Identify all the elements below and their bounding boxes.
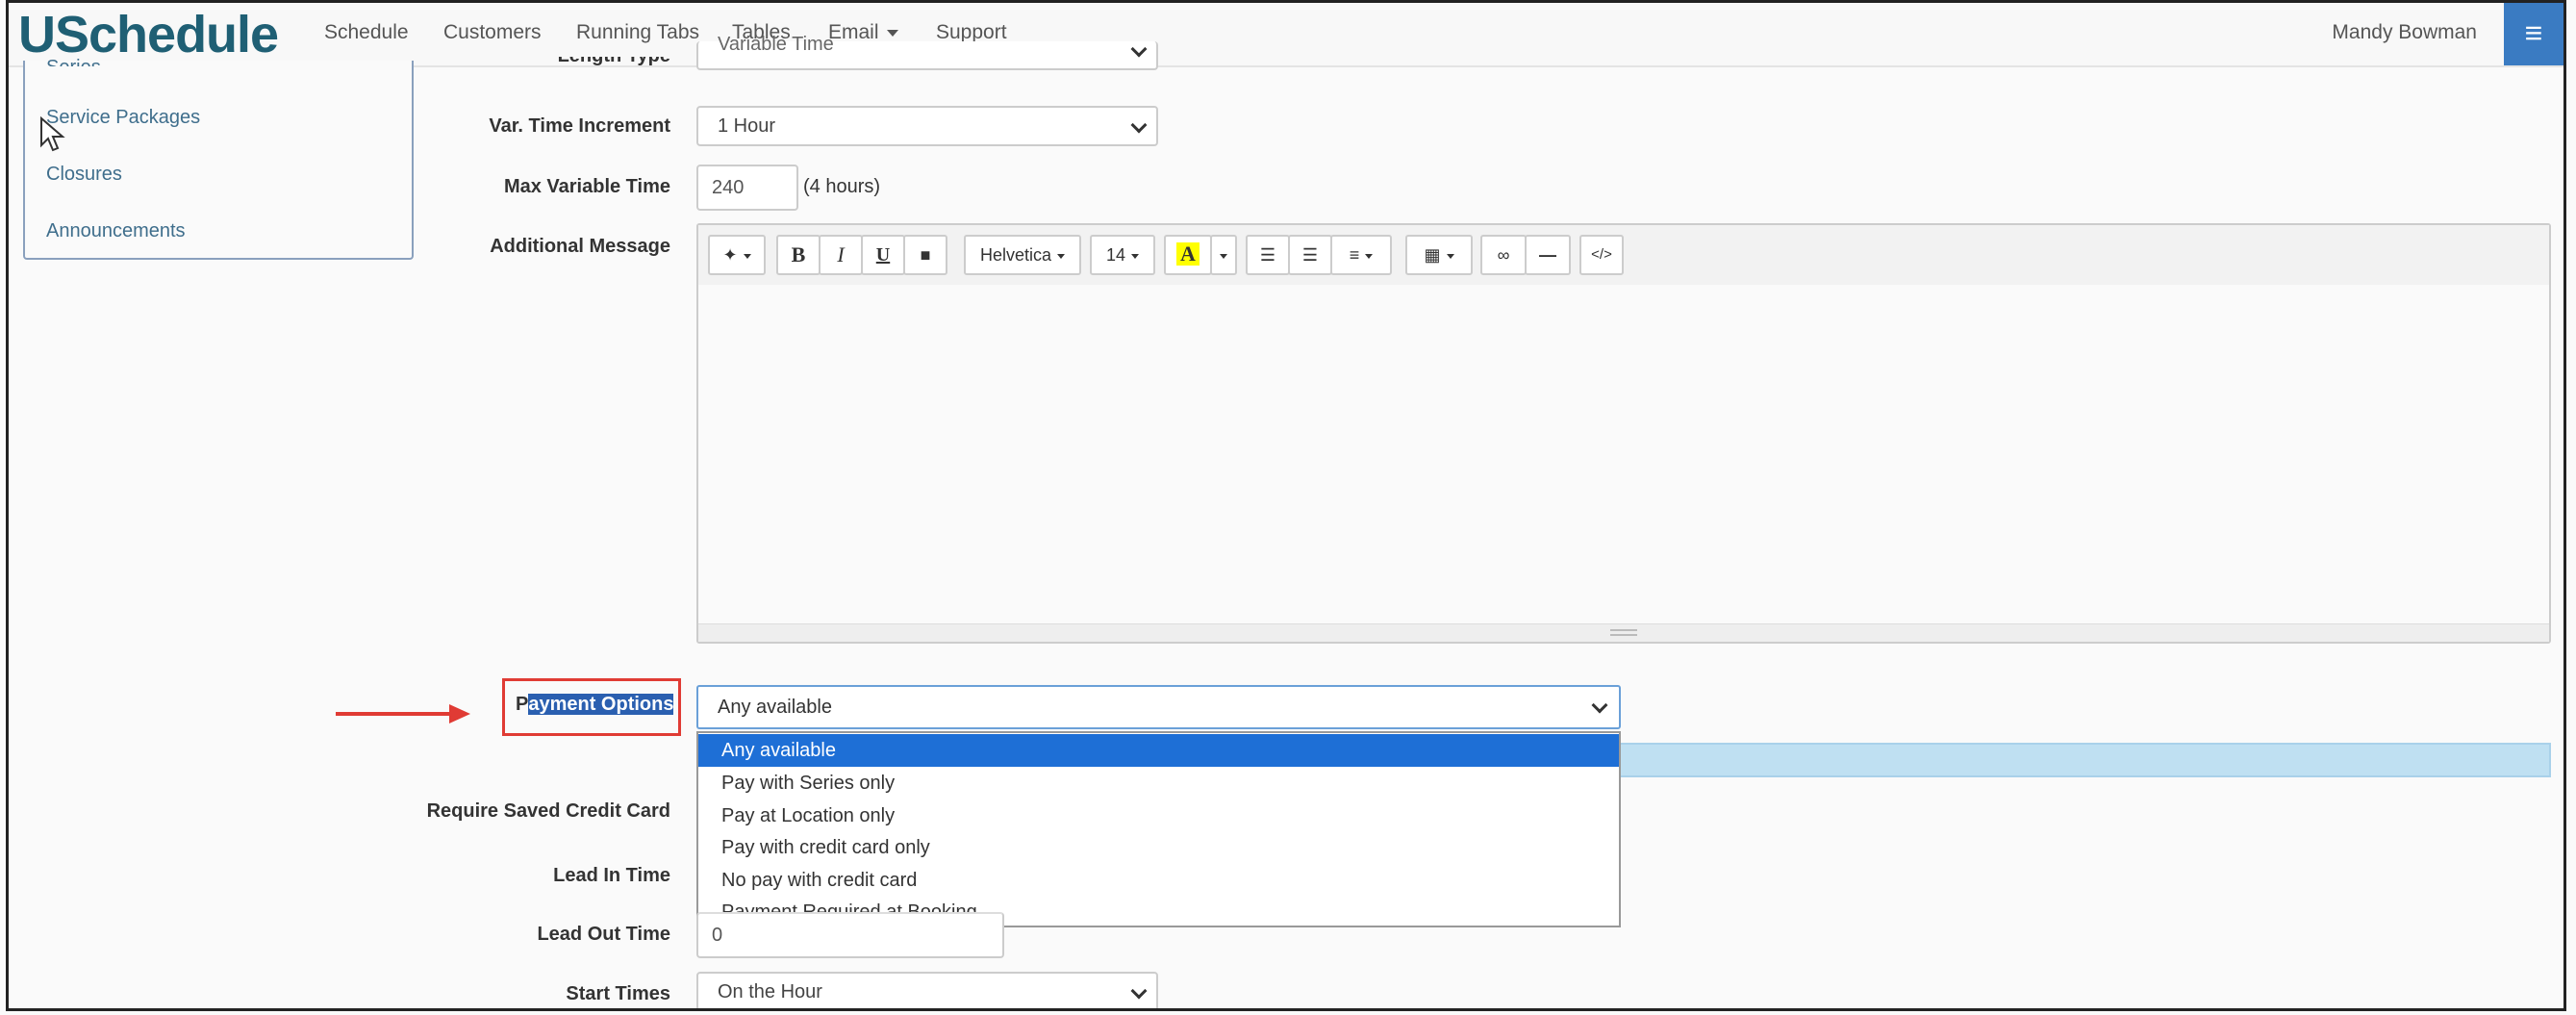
length-type-label: Length Type — [297, 57, 670, 68]
red-arrow-annotation — [336, 712, 451, 716]
chevron-down-icon — [1131, 253, 1140, 259]
chevron-down-icon — [1130, 40, 1148, 58]
table-icon: ▦ — [1424, 245, 1441, 265]
eraser-icon: ■ — [920, 245, 931, 265]
sidebar-item-closures[interactable]: Closures — [46, 164, 122, 186]
link-button[interactable]: ∞ — [1480, 235, 1527, 275]
chevron-down-icon — [1365, 253, 1374, 259]
text-color-dropdown[interactable] — [1210, 235, 1237, 275]
chevron-down-icon — [1130, 982, 1148, 1000]
payment-option-credit-card-only[interactable]: Pay with credit card only — [698, 831, 1619, 864]
font-family-button[interactable]: Helvetica — [964, 235, 1081, 275]
text-color-button[interactable]: A — [1164, 235, 1212, 275]
paragraph-align-button[interactable]: ≡ — [1330, 235, 1392, 275]
numbered-list-icon: ☰ — [1301, 245, 1319, 265]
text-color-icon: A — [1176, 242, 1200, 266]
nav-customers[interactable]: Customers — [443, 21, 542, 44]
table-button[interactable]: ▦ — [1405, 235, 1473, 275]
chevron-down-icon — [743, 253, 751, 259]
payment-option-location-only[interactable]: Pay at Location only — [698, 799, 1619, 832]
bullet-list-icon: ☰ — [1259, 245, 1276, 265]
payment-option-any-available[interactable]: Any available — [698, 734, 1619, 767]
chevron-down-icon — [1057, 253, 1066, 259]
chevron-down-icon — [1220, 253, 1227, 259]
editor-toolbar: ✦ B I U ■ Helvetica 14 A ☰ ☰ ≡ ▦ ∞ — </> — [698, 225, 2549, 287]
max-variable-time-label: Max Variable Time — [503, 176, 670, 197]
underline-button[interactable]: U — [861, 235, 905, 275]
payment-options-dropdown: Any available Pay with Series only Pay a… — [696, 731, 1621, 927]
payment-options-select[interactable]: Any available — [696, 685, 1621, 729]
clear-format-button[interactable]: ■ — [903, 235, 947, 275]
max-variable-time-input[interactable]: 240 — [696, 165, 798, 211]
chevron-down-icon — [1130, 116, 1148, 134]
unordered-list-button[interactable]: ☰ — [1246, 235, 1290, 275]
sidebar-item-series[interactable]: Series — [46, 57, 101, 66]
lead-in-time-label: Lead In Time — [553, 865, 670, 886]
payment-option-series-only[interactable]: Pay with Series only — [698, 767, 1619, 799]
magic-wand-icon: ✦ — [722, 245, 738, 265]
max-variable-time-hint: (4 hours) — [803, 176, 881, 197]
nav-email-label: Email — [828, 21, 879, 43]
start-times-select[interactable]: On the Hour — [696, 972, 1158, 1008]
app-window: USchedule Schedule Customers Running Tab… — [6, 0, 2566, 1011]
length-type-select[interactable]: Variable Time — [696, 35, 1158, 70]
editor-resize-handle[interactable] — [698, 623, 2549, 642]
code-view-button[interactable]: </> — [1579, 235, 1624, 275]
font-size-button[interactable]: 14 — [1090, 235, 1155, 275]
mouse-cursor-icon — [40, 116, 65, 152]
payment-option-no-credit-card[interactable]: No pay with credit card — [698, 864, 1619, 897]
bold-button[interactable]: B — [776, 235, 821, 275]
resize-grip-icon — [1610, 629, 1637, 636]
hamburger-menu-icon[interactable]: ≡ — [2504, 3, 2563, 65]
magic-wand-button[interactable]: ✦ — [708, 235, 766, 275]
chevron-down-icon — [1591, 697, 1608, 714]
align-left-icon: ≡ — [1349, 245, 1360, 265]
sidebar-item-announcements[interactable]: Announcements — [46, 220, 186, 242]
ordered-list-button[interactable]: ☰ — [1288, 235, 1332, 275]
lead-out-time-label: Lead Out Time — [537, 924, 670, 945]
lead-out-time-input[interactable]: 0 — [696, 912, 1004, 958]
nav-schedule[interactable]: Schedule — [324, 21, 409, 44]
var-time-increment-select[interactable]: 1 Hour — [696, 106, 1158, 146]
red-arrow-head — [449, 704, 470, 723]
horizontal-rule-button[interactable]: — — [1525, 235, 1571, 275]
link-icon: ∞ — [1497, 245, 1510, 265]
payment-options-label-prefix: P — [516, 694, 529, 715]
editor-content-area[interactable] — [698, 285, 2549, 623]
require-saved-card-label: Require Saved Credit Card — [426, 800, 670, 822]
sidebar-item-service-packages[interactable]: Service Packages — [46, 107, 200, 129]
payment-options-label: Payment Options — [516, 694, 674, 716]
start-times-label: Start Times — [566, 983, 670, 1004]
nav-running-tabs[interactable]: Running Tabs — [576, 21, 699, 44]
info-bar — [1621, 743, 2551, 777]
chevron-down-icon — [886, 29, 898, 37]
payment-options-label-selected: ayment Options — [528, 694, 674, 715]
additional-message-label: Additional Message — [490, 236, 670, 257]
app-logo[interactable]: USchedule — [18, 5, 279, 64]
sidebar-panel: Series Service Packages Closures Announc… — [23, 57, 414, 260]
chevron-down-icon — [1446, 253, 1454, 259]
var-time-increment-label: Var. Time Increment — [489, 115, 670, 137]
font-size-label: 14 — [1105, 245, 1126, 265]
rich-text-editor: ✦ B I U ■ Helvetica 14 A ☰ ☰ ≡ ▦ ∞ — </> — [696, 223, 2551, 644]
user-name[interactable]: Mandy Bowman — [2332, 21, 2477, 44]
font-family-label: Helvetica — [979, 245, 1052, 265]
italic-button[interactable]: I — [819, 235, 863, 275]
